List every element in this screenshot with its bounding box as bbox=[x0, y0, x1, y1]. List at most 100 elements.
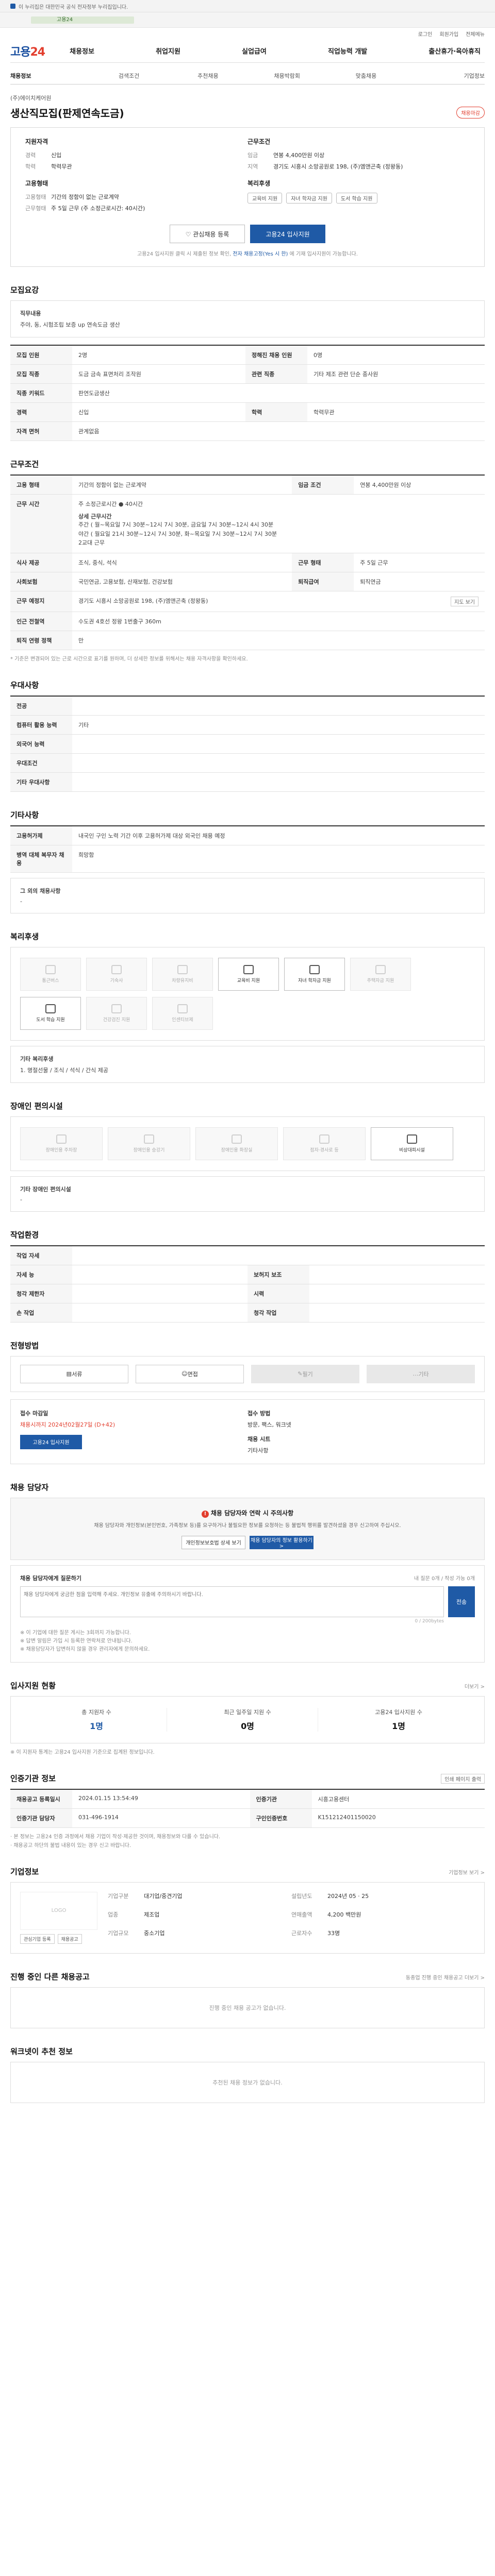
inquiry-input[interactable] bbox=[20, 1586, 444, 1617]
all-menu-link[interactable]: 전체메뉴 bbox=[466, 30, 485, 38]
accept-box: 접수 마감일 채용시까지 2024년02월27일 (D+42) 고용24 입사지… bbox=[10, 1399, 485, 1464]
corp-box: LOGO 관심기업 등록 채용공고 기업구분 대기업/중견기업 설립년도 2024년 … bbox=[10, 1882, 485, 1954]
table-row: 작업 자세 bbox=[10, 1245, 485, 1265]
workenv-section-title: 작업환경 bbox=[10, 1230, 39, 1240]
login-link[interactable]: 로그인 bbox=[418, 30, 433, 38]
disability-item: 장애인용 승강기 bbox=[108, 1127, 190, 1160]
inquiry-count: 내 질문 0개 / 작성 가능 0개 bbox=[414, 1575, 475, 1582]
disability-icon-grid: 장애인용 주차장 장애인용 승강기 장애인용 화장실 점자·경사로 등 비상대피… bbox=[10, 1116, 485, 1171]
stats-more-link[interactable]: 더보기 > bbox=[465, 1682, 485, 1690]
gnb-jobs[interactable]: 채용정보 bbox=[65, 46, 98, 56]
gnb-support[interactable]: 취업지원 bbox=[152, 46, 185, 56]
subnav-recommend[interactable]: 추천채용 bbox=[169, 72, 248, 80]
table-row: 사회보험 국민연금, 고용보험, 산재보험, 건강보험 퇴직급여 퇴직연금 bbox=[10, 572, 485, 591]
inquiry-limit: 0 / 200bytes bbox=[415, 1618, 444, 1624]
map-button[interactable]: 지도 보기 bbox=[451, 596, 478, 606]
table-row: 퇴직 연령 정책 만 bbox=[10, 631, 485, 650]
job-title: 생산직모집(판제연속도금) bbox=[10, 107, 124, 120]
education-icon bbox=[243, 964, 254, 974]
other-jobs-more-link[interactable]: 동종업 진행 중인 채용공고 더보기 > bbox=[406, 1973, 485, 1981]
duty-box: 직무내용 주야, 동, 시험조립 보증 up 연속도금 생산 bbox=[10, 300, 485, 337]
gov-flag-icon bbox=[10, 4, 15, 9]
gnb-training[interactable]: 직업능력 개발 bbox=[324, 46, 371, 56]
company-name[interactable]: (주)에이치케어원 bbox=[10, 94, 485, 102]
table-row: 자세 능 보허지 보조 bbox=[10, 1265, 485, 1284]
job-summary: 지원자격 경력 신입 학력 학력무관 고용형태 고용형태 기간의 정함이 없는 근로계… bbox=[10, 127, 485, 267]
gov-notice: 이 누리집은 대한민국 공식 전자정부 누리집입니다. bbox=[19, 4, 128, 10]
process-section-title: 전형방법 bbox=[10, 1341, 39, 1350]
welfare-chip: 자녀 학자금 지원 bbox=[286, 193, 332, 204]
health-icon bbox=[111, 1004, 122, 1013]
stat-value: 0명 bbox=[241, 1721, 254, 1731]
process-step: ✎ 필기 bbox=[251, 1364, 359, 1383]
stats-box: 총 지원자 수 1명 최근 일주일 지원 수 0명 고용24 입사지원 수 1명 bbox=[10, 1696, 485, 1743]
house-icon bbox=[375, 964, 386, 974]
inquiry-send-button[interactable]: 전송 bbox=[448, 1586, 475, 1617]
welfare-item: 도서 학습 지원 bbox=[20, 996, 81, 1030]
report-button[interactable]: 채용 담당자의 정보 활용하기 > bbox=[250, 1535, 314, 1549]
table-row: 청각 제한자 시력 bbox=[10, 1284, 485, 1303]
stat-value: 1명 bbox=[392, 1721, 405, 1731]
list-item: ※ 답변 알림은 가입 시 등록한 연락처로 안내됩니다. bbox=[20, 1638, 133, 1644]
auth-note: · 본 정보는 고용24 인증 과정에서 채용 기업이 작성·제공한 것이며, … bbox=[10, 1834, 221, 1840]
corp-more-link[interactable]: 기업정보 보기 > bbox=[449, 1868, 485, 1876]
corp-jobs-button[interactable]: 채용공고 bbox=[57, 1934, 82, 1944]
subnav-search[interactable]: 검색조건 bbox=[89, 72, 168, 80]
subnav-company[interactable]: 기업정보 bbox=[406, 72, 484, 80]
apply-notice: 고용24 입사지원 클릭 시 제출된 정보 확인, 전자 채용고정(Yes 시 … bbox=[137, 251, 358, 257]
status-badge: 채용마감 bbox=[456, 107, 485, 118]
summary-conditions-heading: 근무조건 bbox=[248, 138, 271, 145]
incentive-icon bbox=[177, 1004, 188, 1013]
recruit-table: 모집 인원 2명 정해진 채용 인원 0명 모집 직종 도금 금속 표면처리 조작원 관련… bbox=[10, 345, 485, 441]
table-row: 인증기관 담당자 031-496-1914 구인인증번호 K1512124011500… bbox=[10, 1808, 485, 1828]
contact-section-title: 채용 담당자 bbox=[10, 1482, 49, 1492]
inquiry-box: 채용 담당자에게 질문하기 내 질문 0개 / 작성 가능 0개 전송 0 / … bbox=[10, 1565, 485, 1663]
book-icon bbox=[45, 1004, 56, 1013]
corp-interest-button[interactable]: 관심기업 등록 bbox=[20, 1934, 55, 1944]
pencil-icon: ✎ bbox=[298, 1370, 303, 1378]
exit-icon bbox=[407, 1134, 417, 1144]
restroom-icon bbox=[232, 1134, 242, 1144]
event-banner[interactable]: 고용24 bbox=[0, 12, 495, 28]
parking-icon bbox=[56, 1134, 67, 1144]
site-logo[interactable]: 고용24 bbox=[10, 43, 45, 59]
table-row: 손 작업 청각 작업 bbox=[10, 1303, 485, 1323]
apply-button-2[interactable]: 고용24 입사지원 bbox=[20, 1434, 82, 1449]
gnb-leave[interactable]: 출산휴가·육아휴직 bbox=[424, 46, 485, 56]
process-steps: ▤ 서류 ☺ 면접 ✎ 필기 … 기타 bbox=[10, 1355, 485, 1392]
table-row: 전공 bbox=[10, 696, 485, 716]
subnav-fair[interactable]: 채용박람회 bbox=[248, 72, 326, 80]
apply-button[interactable]: 고용24 입사지원 bbox=[250, 225, 325, 243]
welfare-item: 차량유지비 bbox=[152, 957, 213, 991]
sub-nav: 채용정보 검색조건 추천채용 채용박람회 맞춤채용 기업정보 bbox=[10, 67, 485, 84]
dorm-icon bbox=[111, 964, 122, 974]
ramp-icon bbox=[319, 1134, 329, 1144]
signup-link[interactable]: 회원가입 bbox=[439, 30, 458, 38]
heart-icon: ♡ bbox=[185, 230, 193, 238]
interest-button[interactable]: ♡ 관심채용 등록 bbox=[170, 225, 245, 243]
graduation-cap-icon bbox=[309, 964, 320, 974]
company-logo: LOGO bbox=[20, 1891, 97, 1930]
other-table: 고용허가제 내국인 구인 노력 기간 이후 고용허가제 대상 외국인 채용 예정 … bbox=[10, 825, 485, 873]
print-button[interactable]: 인쇄 페이지 출력 bbox=[441, 1773, 485, 1784]
welfare-item: 주택자금 지원 bbox=[350, 957, 411, 991]
table-row: 인근 전철역 수도권 4호선 정왕 1번출구 360m bbox=[10, 612, 485, 631]
stats-note: ※ 이 지원자 통계는 고용24 입사지원 기준으로 집계된 정보입니다. bbox=[10, 1749, 155, 1755]
disability-item: 장애인용 주차장 bbox=[20, 1127, 103, 1160]
welfare-chip: 도서 학습 지원 bbox=[336, 193, 377, 204]
subnav-custom[interactable]: 맞춤채용 bbox=[326, 72, 405, 80]
inquiry-heading: 채용 담당자에게 질문하기 bbox=[20, 1574, 81, 1582]
welfare-item: 통근버스 bbox=[20, 957, 81, 991]
disability-item: 점자·경사로 등 bbox=[283, 1127, 366, 1160]
banner-bar: 고용24 bbox=[31, 16, 134, 24]
welfare-section-title: 복리후생 bbox=[10, 931, 39, 941]
other-jobs-section-title: 진행 중인 다른 채용공고 bbox=[10, 1972, 90, 1981]
elevator-icon bbox=[144, 1134, 154, 1144]
welfare-item: 기숙사 bbox=[86, 957, 147, 991]
disability-item: 장애인용 화장실 bbox=[195, 1127, 278, 1160]
table-row: 직종 키워드 판연도금생산 bbox=[10, 383, 485, 403]
gnb-benefits[interactable]: 실업급여 bbox=[238, 46, 271, 56]
privacy-guide-button[interactable]: 개인정보보호법 상세 보기 bbox=[182, 1535, 245, 1549]
welfare-item: 건강검진 지원 bbox=[86, 996, 147, 1030]
subnav-jobs[interactable]: 채용정보 bbox=[10, 72, 89, 80]
